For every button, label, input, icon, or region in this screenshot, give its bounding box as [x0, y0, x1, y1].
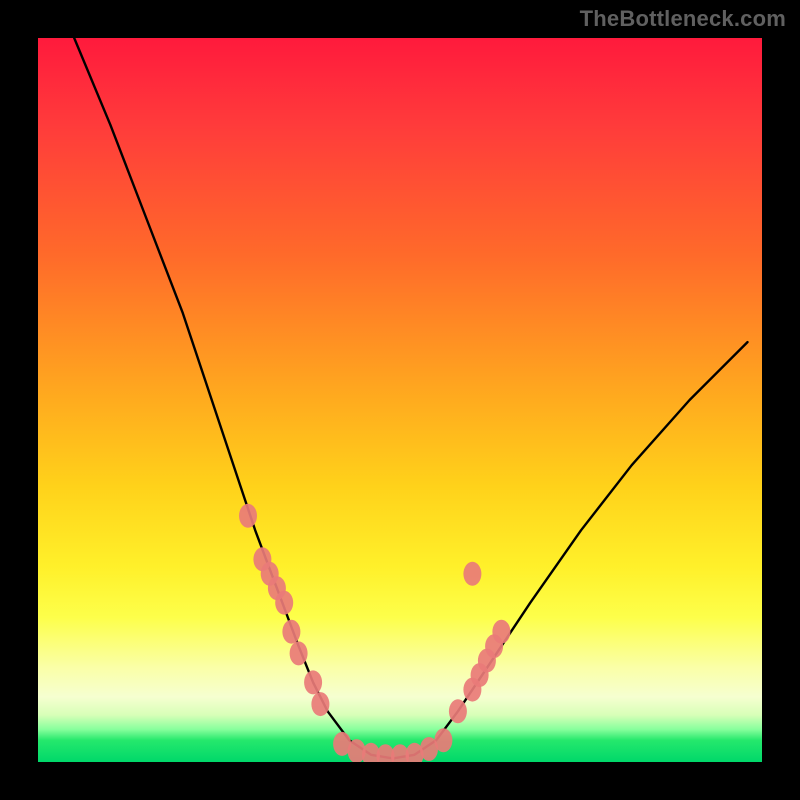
watermark-text: TheBottleneck.com	[580, 6, 786, 32]
bottleneck-curve	[74, 38, 747, 758]
data-marker	[434, 728, 452, 752]
chart-stage: TheBottleneck.com	[0, 0, 800, 800]
data-marker	[304, 670, 322, 694]
data-marker	[311, 692, 329, 716]
data-marker	[492, 620, 510, 644]
data-marker	[463, 562, 481, 586]
data-marker	[239, 504, 257, 528]
data-marker	[449, 699, 467, 723]
plot-svg	[38, 38, 762, 762]
data-marker	[275, 591, 293, 615]
data-marker	[290, 641, 308, 665]
plot-area	[38, 38, 762, 762]
data-marker	[282, 620, 300, 644]
